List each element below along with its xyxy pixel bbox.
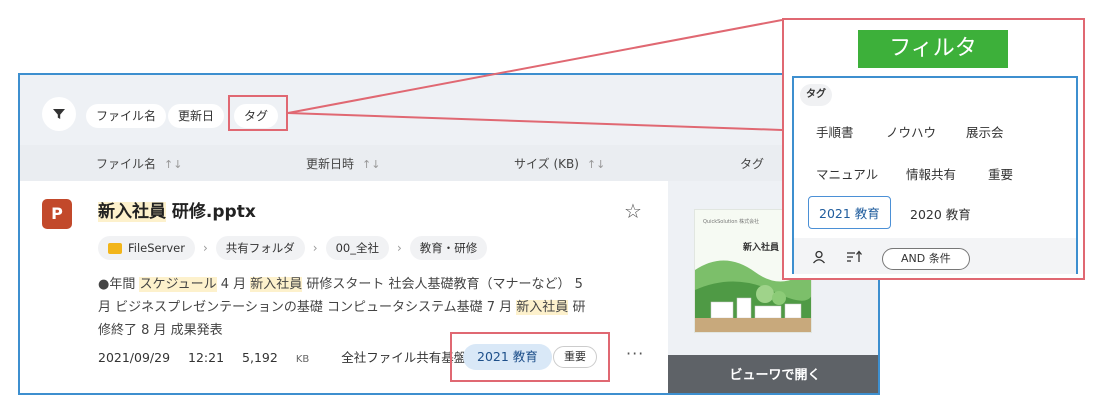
result-title[interactable]: 新入社員 研修.pptx [98,197,256,222]
star-icon[interactable]: ☆ [624,199,642,223]
title-highlight: 新入社員 [98,202,166,222]
tag-option[interactable]: 情報共有 [906,164,956,183]
breadcrumb-item[interactable]: 教育・研修 [409,236,488,260]
breadcrumb-item[interactable]: 共有フォルダ [215,236,305,260]
filter-chip-filename[interactable]: ファイル名 [86,104,167,128]
folder-icon [108,242,122,254]
result-location: 全社ファイル共有基盤 [341,350,467,365]
sort-icon: ↑↓ [362,158,381,171]
column-size[interactable]: サイズ (KB) ↑↓ [514,155,605,172]
snippet-text: 4 月 [216,277,251,292]
tag-option[interactable]: 手順書 [816,122,854,141]
filter-button[interactable] [42,97,76,131]
tag-option[interactable]: 2020 教育 [910,204,971,223]
annotation-tag-chip-box [228,95,288,131]
filter-icon [53,109,65,119]
sort-order-icon[interactable] [846,250,862,264]
filter-callout: フィルタ タグ 手順書 ノウハウ 展示会 マニュアル 情報共有 重要 2021 … [782,18,1085,280]
search-results-panel: ファイル名 更新日 タグ ファイル名 ↑↓ 更新日時 ↑↓ サイズ (KB) ↑↓ タ… [18,73,880,395]
filter-footer: AND 条件 [794,238,1076,274]
column-updated[interactable]: 更新日時 ↑↓ [306,155,380,172]
breadcrumb-item[interactable]: FileServer [98,236,195,260]
open-in-viewer-button[interactable]: ビューワで開く [668,355,878,393]
breadcrumb: FileServer › 共有フォルダ › 00_全社 › 教育・研修 [98,235,488,261]
powerpoint-file-icon: P [42,199,72,229]
snippet-highlight: スケジュール [139,277,217,292]
filter-callout-title: フィルタ [858,30,1008,68]
tag-section-label: タグ [800,84,832,106]
filter-toolbar: ファイル名 更新日 タグ [20,75,878,145]
result-size: 5,192 KB [242,350,310,365]
and-condition-button[interactable]: AND 条件 [882,248,970,270]
snippet-highlight: 新入社員 [516,300,569,315]
result-date: 2021/09/29 [98,350,171,365]
filter-chip-updated[interactable]: 更新日 [168,104,225,128]
snippet-highlight: 新入社員 [250,277,303,292]
result-time: 12:21 [188,350,225,365]
more-options-icon[interactable]: ··· [626,344,644,363]
annotation-tags-box [450,332,610,382]
chevron-right-icon: › [312,241,318,255]
chevron-right-icon: › [396,241,402,255]
snippet-text: ●年間 [98,277,140,292]
column-file-name[interactable]: ファイル名 ↑↓ [96,155,182,172]
column-tag[interactable]: タグ [740,155,764,172]
tag-filter-dropdown: タグ 手順書 ノウハウ 展示会 マニュアル 情報共有 重要 2021 教育 20… [792,76,1078,274]
person-icon[interactable] [812,250,826,264]
title-rest: 研修.pptx [171,202,256,222]
sort-icon: ↑↓ [164,158,183,171]
tag-option[interactable]: マニュアル [816,164,878,183]
tag-option-selected[interactable]: 2021 教育 [808,196,891,229]
chevron-right-icon: › [202,241,208,255]
tag-option[interactable]: 展示会 [966,122,1004,141]
sort-icon: ↑↓ [586,158,606,171]
tag-option[interactable]: 重要 [988,164,1013,183]
result-meta: 2021/09/29 12:21 5,192 KB 全社ファイル共有基盤 [98,347,480,366]
tag-option[interactable]: ノウハウ [886,122,936,141]
breadcrumb-item[interactable]: 00_全社 [325,236,389,260]
column-header-row: ファイル名 ↑↓ 更新日時 ↑↓ サイズ (KB) ↑↓ タグ [20,145,878,181]
